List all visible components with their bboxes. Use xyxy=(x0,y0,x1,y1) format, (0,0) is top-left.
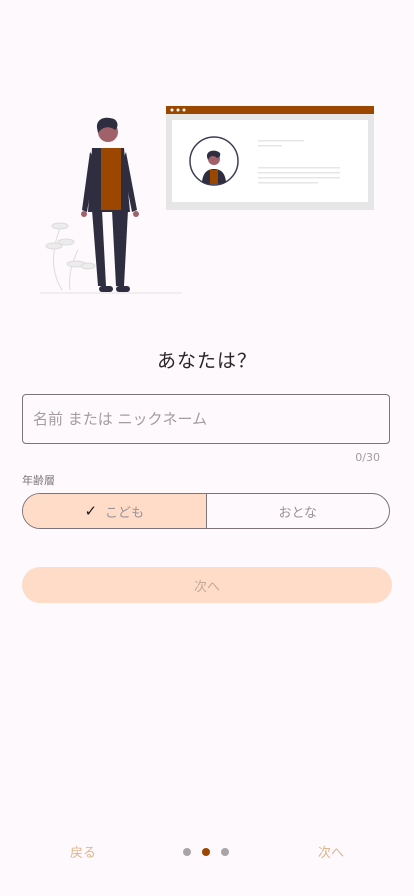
age-option-child[interactable]: ✓ こども xyxy=(23,494,207,528)
check-icon: ✓ xyxy=(84,502,98,520)
age-group-label: 年齢層 xyxy=(22,474,55,487)
person-presenting-profile-illustration xyxy=(40,100,380,300)
next-button[interactable]: 次へ xyxy=(22,567,392,603)
age-group-selector: ✓ こども おとな xyxy=(22,493,390,529)
name-input[interactable] xyxy=(23,395,389,443)
page-indicator xyxy=(183,848,240,856)
age-option-label: こども xyxy=(105,505,145,521)
character-counter: 0/30 xyxy=(355,451,380,464)
age-option-adult[interactable]: おとな xyxy=(207,494,390,528)
nav-next-button[interactable]: 次へ xyxy=(318,842,344,861)
name-field[interactable] xyxy=(22,394,390,444)
next-button-label: 次へ xyxy=(193,579,220,595)
page-dot xyxy=(221,848,229,856)
bottom-navigation: 戻る 次へ xyxy=(0,836,414,868)
page-title: あなたは？ xyxy=(156,350,257,372)
back-button[interactable]: 戻る xyxy=(70,842,96,861)
page-dot xyxy=(183,848,191,856)
age-option-label: おとな xyxy=(278,505,318,521)
page-dot-active xyxy=(202,848,210,856)
